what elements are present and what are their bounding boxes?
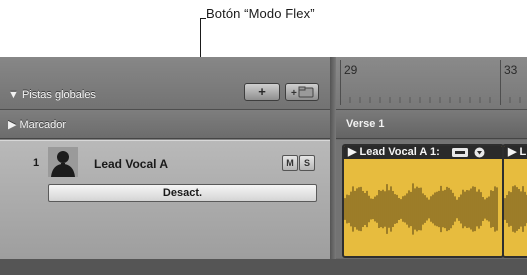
region-title: ▶ Lead Vocal A 1:: [348, 146, 440, 158]
region-header: ▶ L: [504, 146, 527, 159]
ruler-ticks: [349, 97, 521, 103]
bar-number: 33: [504, 63, 518, 77]
svg-text:+: +: [291, 88, 297, 99]
waveform: [504, 185, 527, 233]
solo-button[interactable]: S: [299, 155, 315, 171]
bottom-scroll-strip[interactable]: [0, 259, 527, 275]
global-tracks-disclosure[interactable]: ▼ Pistas globales: [8, 89, 96, 101]
marker-verse-1[interactable]: Verse 1: [346, 118, 385, 130]
track-lane[interactable]: ▶ Lead Vocal A 1: ▶ L: [336, 140, 527, 258]
bar-ruler[interactable]: 29 33: [336, 57, 527, 110]
audio-region[interactable]: ▶ Lead Vocal A 1:: [342, 144, 504, 258]
chevron-down-icon[interactable]: [474, 147, 485, 158]
track-header[interactable]: 1 Lead Vocal A M S Desact.: [0, 140, 330, 260]
singer-silhouette-icon: [48, 147, 78, 177]
new-folder-button[interactable]: +: [285, 83, 319, 101]
region-header: ▶ Lead Vocal A 1:: [344, 146, 502, 159]
flex-mode-callout-label: Botón “Modo Flex”: [206, 6, 315, 21]
global-tracks-row[interactable]: ▼ Pistas globales + +: [0, 57, 336, 110]
bar-number: 29: [344, 63, 358, 77]
track-name[interactable]: Lead Vocal A: [94, 157, 168, 171]
callout-leader-tick: [200, 18, 206, 19]
audio-region[interactable]: ▶ L: [502, 144, 527, 258]
marker-global-track-row[interactable]: ▶ Marcador: [0, 110, 336, 139]
logic-arrange-window: ▼ Pistas globales + + ▶ Marcador 1 Lead …: [0, 57, 527, 275]
add-track-button[interactable]: +: [244, 83, 280, 101]
marker-lane[interactable]: Verse 1: [336, 110, 527, 139]
arrange-area: 29 33 Verse 1 ▶ Lead Vocal A 1: ▶ L: [336, 57, 527, 275]
track-number: 1: [33, 157, 40, 169]
marker-disclosure[interactable]: ▶ Marcador: [8, 118, 66, 131]
track-list-pane: ▼ Pistas globales + + ▶ Marcador 1 Lead …: [0, 57, 336, 275]
flex-mode-button[interactable]: Desact.: [48, 184, 317, 202]
loop-icon: [452, 148, 468, 157]
waveform: [344, 183, 498, 235]
folder-plus-icon: +: [291, 86, 314, 99]
region-title: ▶ L: [508, 146, 527, 158]
mute-button[interactable]: M: [282, 155, 298, 171]
